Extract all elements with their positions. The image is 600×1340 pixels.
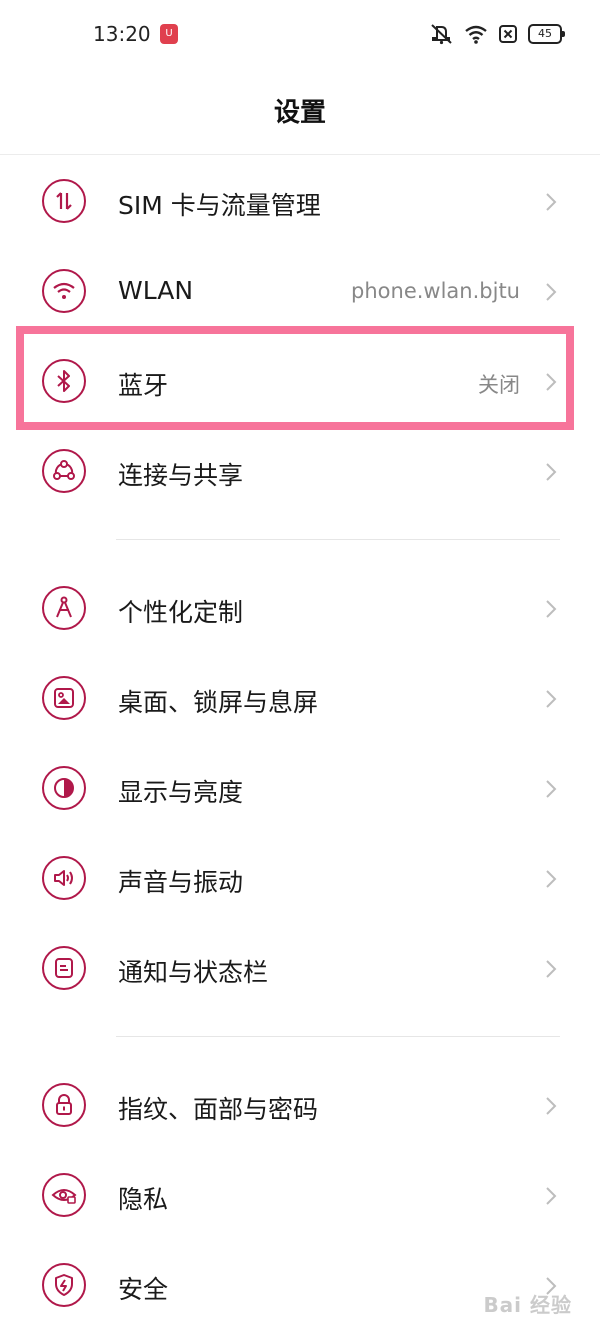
settings-item-bluetooth[interactable]: 蓝牙 关闭 (0, 338, 600, 428)
notification-icon (42, 946, 86, 990)
settings-item-wlan[interactable]: WLAN phone.wlan.bjtu (0, 248, 600, 338)
chevron-right-icon (546, 373, 557, 391)
settings-item-sim[interactable]: SIM 卡与流量管理 (0, 158, 600, 248)
watermark: Bai 经验 (483, 1293, 572, 1317)
wifi-icon (42, 269, 86, 313)
settings-item-sound-vibration[interactable]: 声音与振动 (0, 835, 600, 925)
chevron-right-icon (546, 193, 557, 211)
settings-item-display-brightness[interactable]: 显示与亮度 (0, 745, 600, 835)
status-bar: 13:20 U 45 (0, 0, 600, 70)
settings-item-label: 个性化定制 (118, 598, 244, 627)
settings-item-label: 声音与振动 (118, 868, 244, 897)
chevron-right-icon (546, 780, 557, 798)
settings-item-privacy[interactable]: 隐私 (0, 1152, 600, 1242)
settings-item-label: 桌面、锁屏与息屏 (118, 688, 319, 717)
chevron-right-icon (546, 283, 557, 301)
settings-item-label: 安全 (118, 1275, 169, 1304)
settings-item-label: 通知与状态栏 (118, 958, 269, 987)
settings-item-label: 指纹、面部与密码 (118, 1095, 319, 1124)
privacy-eye-icon (42, 1173, 86, 1217)
settings-item-label: 蓝牙 (118, 371, 169, 400)
settings-item-label: SIM 卡与流量管理 (118, 191, 321, 220)
chevron-right-icon (546, 960, 557, 978)
close-box-icon (498, 24, 518, 44)
settings-item-personalization[interactable]: 个性化定制 (0, 565, 600, 655)
settings-item-fingerprint-face-password[interactable]: 指纹、面部与密码 (0, 1062, 600, 1152)
chevron-right-icon (546, 1097, 557, 1115)
settings-item-label: 显示与亮度 (118, 778, 244, 807)
chevron-right-icon (546, 600, 557, 618)
page-title: 设置 (273, 98, 326, 128)
chevron-right-icon (546, 690, 557, 708)
settings-item-label: 隐私 (118, 1185, 169, 1214)
bluetooth-status: 关闭 (478, 373, 520, 397)
settings-item-desktop-lockscreen[interactable]: 桌面、锁屏与息屏 (0, 655, 600, 745)
wallpaper-icon (42, 676, 86, 720)
status-icons: 45 (430, 22, 565, 46)
header-divider (0, 154, 600, 155)
wifi-icon (464, 24, 488, 44)
app-notification-icon: U (160, 24, 178, 44)
group-divider (116, 539, 560, 540)
battery-indicator: 45 (528, 24, 565, 44)
mute-icon (430, 23, 454, 45)
settings-item-label: WLAN (118, 276, 194, 305)
settings-item-connection-sharing[interactable]: 连接与共享 (0, 428, 600, 518)
chevron-right-icon (546, 870, 557, 888)
lock-icon (42, 1083, 86, 1127)
status-time: 13:20 (93, 22, 151, 46)
chevron-right-icon (546, 463, 557, 481)
brightness-icon (42, 766, 86, 810)
settings-item-label: 连接与共享 (118, 461, 244, 490)
settings-item-notification-statusbar[interactable]: 通知与状态栏 (0, 925, 600, 1015)
speaker-icon (42, 856, 86, 900)
settings-item-security[interactable]: 安全 (0, 1242, 600, 1332)
chevron-right-icon (546, 1187, 557, 1205)
group-divider (116, 1036, 560, 1037)
shield-icon (42, 1263, 86, 1307)
share-icon (42, 449, 86, 493)
settings-item-value: phone.wlan.bjtu (351, 279, 520, 303)
sim-data-icon (42, 179, 86, 223)
compass-icon (42, 586, 86, 630)
bluetooth-icon (42, 359, 86, 403)
